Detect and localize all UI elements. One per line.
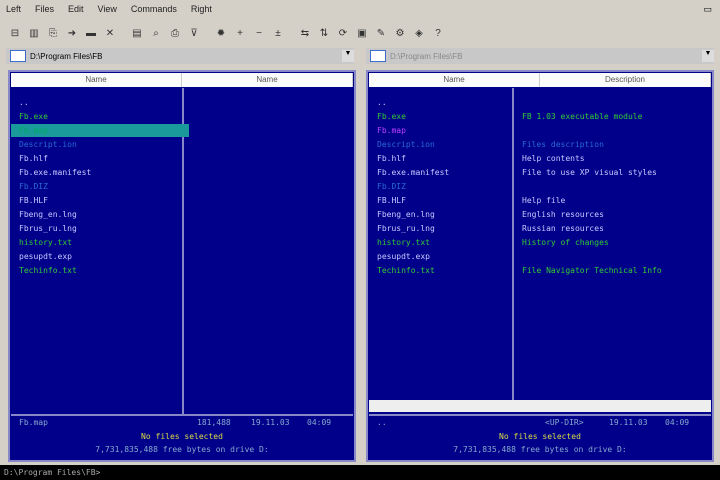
status-size: 181,488	[197, 418, 231, 427]
menu-commands[interactable]: Commands	[131, 4, 177, 18]
file-row[interactable]: ..	[11, 96, 189, 109]
menu-view[interactable]: View	[98, 4, 117, 18]
file-row[interactable]: Fbeng_en.lng	[11, 208, 189, 221]
file-row[interactable]: Fb.exe.manifest	[369, 166, 519, 179]
bulb-icon[interactable]: ✹	[214, 26, 228, 40]
status-time: 04:09	[307, 418, 332, 427]
file-row[interactable]: Descript.ion	[369, 138, 519, 151]
file-row[interactable]: Descript.ion	[11, 138, 189, 151]
file-row[interactable]: Techinfo.txt	[369, 264, 519, 277]
delete-icon[interactable]: ✕	[103, 26, 117, 40]
view-icon[interactable]: ▣	[355, 26, 369, 40]
select-plus-icon[interactable]: +	[233, 26, 247, 40]
menu-left[interactable]: Left	[6, 4, 21, 18]
status-filename: Fb.map	[19, 418, 48, 427]
menu-edit[interactable]: Edit	[68, 4, 84, 18]
refresh-icon[interactable]: ⟳	[336, 26, 350, 40]
tree-icon[interactable]: ⊟	[8, 26, 22, 40]
file-description: Help file	[522, 196, 566, 205]
file-row[interactable]: Techinfo.txt	[11, 264, 189, 277]
column-header-name[interactable]: Name	[11, 73, 182, 87]
file-row[interactable]: Fb.hlf	[369, 152, 519, 165]
column-header-name[interactable]: Name	[182, 73, 353, 87]
file-row[interactable]: history.txt	[369, 236, 519, 249]
file-row[interactable]: Fb.exe.manifest	[11, 166, 189, 179]
file-description: English resources	[522, 210, 604, 219]
menu-bar: Left Files Edit View Commands Right	[6, 4, 212, 18]
sort-icon[interactable]: ⇅	[317, 26, 331, 40]
right-status: .. <UP-DIR> 19.11.03 04:09 No files sele…	[369, 414, 711, 460]
split-icon[interactable]: ▥	[27, 26, 41, 40]
file-row[interactable]: Fb.map	[11, 124, 189, 137]
right-path-bar[interactable]: D:\Program Files\FB ▼	[366, 48, 714, 64]
file-row[interactable]: Fb.DIZ	[369, 180, 519, 193]
file-description: FB 1.03 executable module	[522, 112, 643, 121]
left-path: D:\Program Files\FB	[30, 51, 103, 61]
right-path: D:\Program Files\FB	[390, 51, 463, 61]
file-row[interactable]: Fb.exe	[11, 110, 189, 123]
column-header-description[interactable]: Description	[540, 73, 711, 87]
file-description: Russian resources	[522, 224, 604, 233]
help-icon[interactable]: ?	[431, 26, 445, 40]
edit-icon[interactable]: ✎	[374, 26, 388, 40]
left-panel[interactable]: Name Name .. Fb.exe Fb.map Descript.ion Fb.hl…	[8, 70, 356, 462]
plugins-icon[interactable]: ◈	[412, 26, 426, 40]
file-row[interactable]: pesupdt.exp	[369, 250, 519, 263]
toolbar: ⊟ ▥ ⎘ ➜ ▬ ✕ ▤ ⌕ ⎙ ⊽ ✹ + − ± ⇆ ⇅ ⟳ ▣ ✎ ⚙ ◈?	[8, 23, 445, 43]
tools-icon[interactable]: ⚙	[393, 26, 407, 40]
folder-icon	[10, 50, 26, 62]
file-row[interactable]: Fb.DIZ	[11, 180, 189, 193]
chevron-down-icon[interactable]: ▼	[702, 50, 714, 62]
status-filename: ..	[377, 418, 387, 427]
horizontal-scrollbar[interactable]	[369, 400, 711, 412]
find-icon[interactable]: ⌕	[149, 26, 163, 40]
status-date: 19.11.03	[609, 418, 648, 427]
file-row[interactable]: Fb.map	[369, 124, 519, 137]
file-row[interactable]: Fb.hlf	[11, 152, 189, 165]
print-icon[interactable]: ⎙	[168, 26, 182, 40]
file-description: Files description	[522, 140, 604, 149]
file-row[interactable]: Fbeng_en.lng	[369, 208, 519, 221]
left-path-bar[interactable]: D:\Program Files\FB ▼	[6, 48, 354, 64]
file-row[interactable]: history.txt	[11, 236, 189, 249]
menu-right[interactable]: Right	[191, 4, 212, 18]
select-minus-icon[interactable]: −	[252, 26, 266, 40]
column-header-name[interactable]: Name	[369, 73, 540, 87]
file-row[interactable]: Fbrus_ru.lng	[369, 222, 519, 235]
free-space: 7,731,835,488 free bytes on drive D:	[95, 445, 269, 454]
folder-icon[interactable]: ▬	[84, 26, 98, 40]
filter-icon[interactable]: ⊽	[187, 26, 201, 40]
menu-files[interactable]: Files	[35, 4, 54, 18]
left-status: Fb.map 181,488 19.11.03 04:09 No files s…	[11, 414, 353, 460]
copy-icon[interactable]: ⎘	[46, 26, 60, 40]
free-space: 7,731,835,488 free bytes on drive D:	[453, 445, 627, 454]
file-row[interactable]: Fb.exe	[369, 110, 519, 123]
file-description: History of changes	[522, 238, 609, 247]
invert-icon[interactable]: ±	[271, 26, 285, 40]
status-date: 19.11.03	[251, 418, 290, 427]
file-description: File to use XP visual styles	[522, 168, 657, 177]
selection-info: No files selected	[499, 432, 581, 441]
selection-info: No files selected	[141, 432, 223, 441]
file-row[interactable]: FB.HLF	[369, 194, 519, 207]
command-line[interactable]: D:\Program Files\FB>	[0, 465, 720, 480]
properties-icon[interactable]: ▤	[130, 26, 144, 40]
move-icon[interactable]: ➜	[65, 26, 79, 40]
file-row[interactable]: FB.HLF	[11, 194, 189, 207]
file-description: File Navigator Technical Info	[522, 266, 662, 275]
chevron-down-icon[interactable]: ▼	[342, 50, 354, 62]
compare-icon[interactable]: ⇆	[298, 26, 312, 40]
file-row[interactable]: ..	[369, 96, 519, 109]
status-size: <UP-DIR>	[545, 418, 584, 427]
right-panel[interactable]: Name Description .. Fb.exe FB 1.03 executab…	[366, 70, 714, 462]
file-description: Help contents	[522, 154, 585, 163]
folder-icon	[370, 50, 386, 62]
window-restore-icon[interactable]: ▭	[703, 4, 712, 15]
file-row[interactable]: Fbrus_ru.lng	[11, 222, 189, 235]
file-row[interactable]: pesupdt.exp	[11, 250, 189, 263]
status-time: 04:09	[665, 418, 690, 427]
